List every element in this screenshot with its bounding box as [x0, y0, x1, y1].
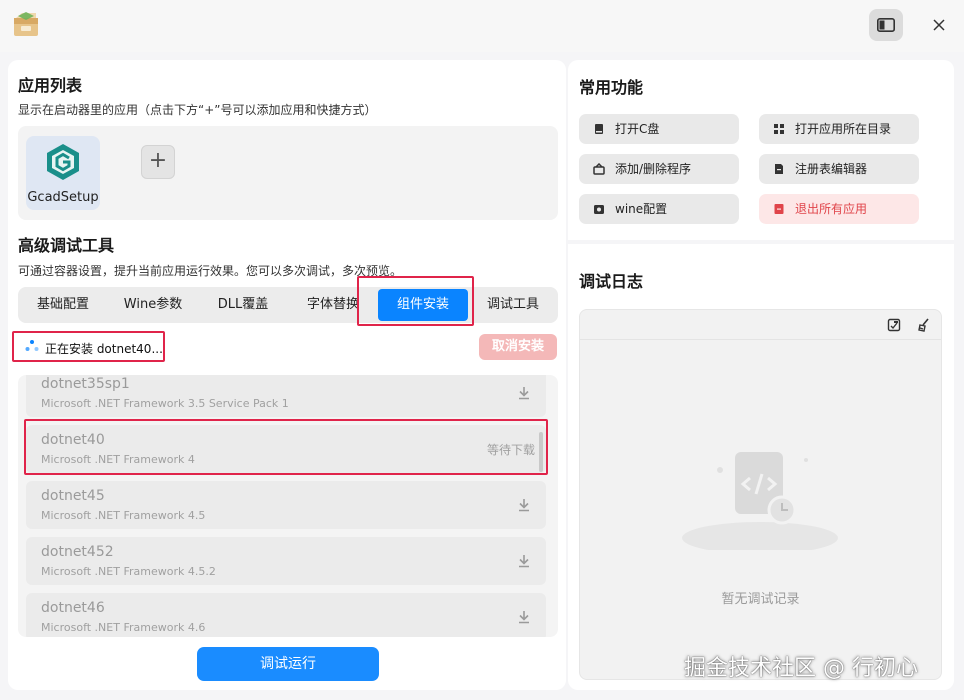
- highlight-dotnet40-row: [24, 419, 548, 475]
- empty-log-text: 暂无调试记录: [721, 592, 800, 607]
- close-icon: [933, 19, 945, 31]
- component-description: Microsoft .NET Framework 4.6: [41, 621, 206, 634]
- open-c-drive-label: 打开C盘: [615, 122, 660, 136]
- debug-log-box: 暂无调试记录: [579, 309, 942, 680]
- drive-icon: [595, 124, 603, 134]
- component-name: dotnet45: [41, 488, 105, 504]
- log-toolbar: [580, 310, 941, 340]
- list-item[interactable]: dotnet35sp1 Microsoft .NET Framework 3.5…: [26, 375, 546, 417]
- app-list-title: 应用列表: [18, 76, 83, 95]
- registry-editor-label: 注册表编辑器: [795, 162, 868, 176]
- download-icon[interactable]: [516, 609, 532, 625]
- app-name: GcadSetup: [27, 190, 99, 205]
- component-description: Microsoft .NET Framework 3.5 Service Pac…: [41, 397, 289, 410]
- app-list-description: 显示在启动器里的应用（点击下方“+”号可以添加应用和快捷方式）: [18, 103, 377, 117]
- tab-dll-override[interactable]: DLL覆盖: [198, 287, 288, 323]
- registry-file-icon: [775, 164, 783, 174]
- download-icon[interactable]: [516, 385, 532, 401]
- cancel-install-button[interactable]: 取消安装: [479, 334, 557, 360]
- open-app-dir-label: 打开应用所在目录: [795, 122, 892, 136]
- close-button[interactable]: [926, 12, 952, 38]
- empty-log-illustration: [682, 452, 838, 550]
- highlight-install-status: [12, 331, 165, 362]
- app-card-gcadsetup[interactable]: GcadSetup: [26, 136, 100, 210]
- gcad-app-icon: [47, 144, 79, 180]
- component-description: Microsoft .NET Framework 4.5.2: [41, 565, 216, 578]
- component-name: dotnet35sp1: [41, 376, 130, 392]
- list-item[interactable]: dotnet45 Microsoft .NET Framework 4.5: [26, 481, 546, 529]
- add-remove-programs-label: 添加/删除程序: [615, 162, 692, 176]
- component-name: dotnet452: [41, 544, 114, 560]
- debug-tools-title: 高级调试工具: [18, 236, 115, 255]
- package-box-icon: [14, 12, 38, 36]
- sidebar-toggle-button[interactable]: [869, 9, 903, 41]
- exit-icon: [774, 204, 784, 214]
- wine-config-icon: [594, 205, 604, 214]
- tab-basic-config[interactable]: 基础配置: [18, 287, 108, 323]
- add-app-button[interactable]: +: [141, 145, 175, 179]
- highlight-active-tab: [357, 276, 474, 326]
- download-icon[interactable]: [516, 497, 532, 513]
- debug-tabs: 基础配置 Wine参数 DLL覆盖 字体替换 组件安装 调试工具: [18, 287, 558, 323]
- wine-config-button[interactable]: wine配置: [579, 194, 739, 224]
- exit-all-apps-button[interactable]: 退出所有应用: [759, 194, 919, 224]
- add-remove-programs-button[interactable]: 添加/删除程序: [579, 154, 739, 184]
- registry-editor-button[interactable]: 注册表编辑器: [759, 154, 919, 184]
- wine-config-label: wine配置: [615, 202, 668, 216]
- component-description: Microsoft .NET Framework 4.5: [41, 509, 206, 522]
- download-icon[interactable]: [516, 553, 532, 569]
- tab-wine-params[interactable]: Wine参数: [108, 287, 198, 323]
- debug-log-title: 调试日志: [579, 272, 644, 291]
- folder-grid-icon: [774, 124, 784, 134]
- debug-tools-description: 可通过容器设置，提升当前应用运行效果。您可以多次调试，多次预览。: [18, 264, 403, 278]
- common-functions-title: 常用功能: [579, 78, 644, 97]
- list-item[interactable]: dotnet46 Microsoft .NET Framework 4.6: [26, 593, 546, 637]
- component-name: dotnet46: [41, 600, 105, 616]
- sidebar-toggle-icon: [877, 18, 895, 32]
- open-app-dir-button[interactable]: 打开应用所在目录: [759, 114, 919, 144]
- title-bar: [0, 0, 964, 52]
- component-list: dotnet35sp1 Microsoft .NET Framework 3.5…: [18, 375, 558, 637]
- package-icon: [593, 163, 605, 175]
- exit-all-apps-label: 退出所有应用: [795, 202, 868, 216]
- tab-debug-tools[interactable]: 调试工具: [468, 287, 558, 323]
- list-item[interactable]: dotnet452 Microsoft .NET Framework 4.5.2: [26, 537, 546, 585]
- open-c-drive-button[interactable]: 打开C盘: [579, 114, 739, 144]
- copy-log-icon[interactable]: [886, 317, 902, 333]
- clear-log-icon[interactable]: [916, 317, 932, 333]
- debug-run-button[interactable]: 调试运行: [197, 647, 379, 681]
- watermark: 掘金技术社区 @ 行初心: [684, 656, 918, 681]
